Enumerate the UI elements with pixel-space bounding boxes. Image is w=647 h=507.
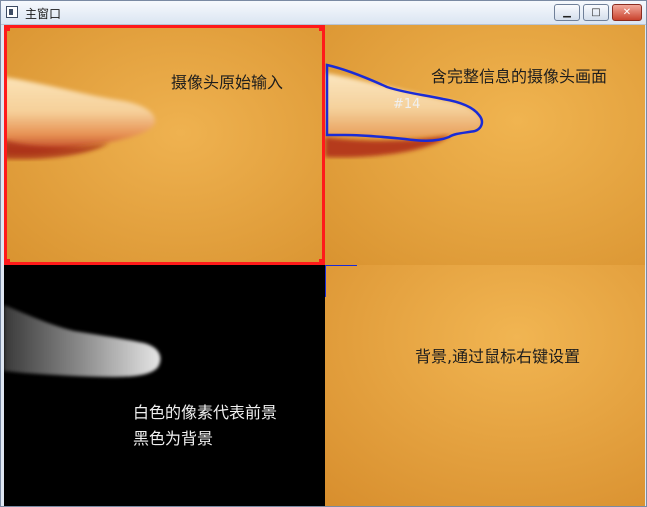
foreground-mask-image <box>4 265 325 506</box>
window-title: 主窗口 <box>25 7 62 21</box>
raw-camera-pane[interactable]: 摄像头原始输入 <box>4 25 325 265</box>
raw-camera-image <box>4 25 325 265</box>
main-window: 主窗口 ▁ □ ✕ 摄像头原始输入 #14 含完整信息的摄像头画面 白色的像素代… <box>0 0 647 507</box>
full-info-label: 含完整信息的摄像头画面 <box>431 67 608 86</box>
minimize-icon: ▁ <box>563 7 571 18</box>
foreground-mask-pane[interactable]: 白色的像素代表前景 黑色为背景 <box>4 265 325 506</box>
full-info-image <box>325 25 645 265</box>
image-canvas[interactable]: 摄像头原始输入 #14 含完整信息的摄像头画面 白色的像素代表前景 黑色为背景 … <box>4 25 645 506</box>
maximize-icon: □ <box>591 7 601 18</box>
title-bar[interactable]: 主窗口 ▁ □ ✕ <box>1 1 646 25</box>
raw-camera-label: 摄像头原始输入 <box>171 73 284 92</box>
background-pane[interactable]: 背景,通过鼠标右键设置 <box>325 265 645 506</box>
maximize-button[interactable]: □ <box>583 4 609 21</box>
foreground-label-line1: 白色的像素代表前景 <box>133 403 278 422</box>
window-app-icon[interactable] <box>6 6 18 18</box>
foreground-label-line2: 黑色为背景 <box>133 429 214 448</box>
background-label: 背景,通过鼠标右键设置 <box>415 347 581 366</box>
full-info-pane[interactable]: #14 含完整信息的摄像头画面 <box>325 25 645 265</box>
close-button[interactable]: ✕ <box>612 4 642 21</box>
close-icon: ✕ <box>622 7 632 18</box>
blob-id-tag: #14 <box>393 97 421 112</box>
background-image <box>325 265 645 506</box>
minimize-button[interactable]: ▁ <box>554 4 580 21</box>
